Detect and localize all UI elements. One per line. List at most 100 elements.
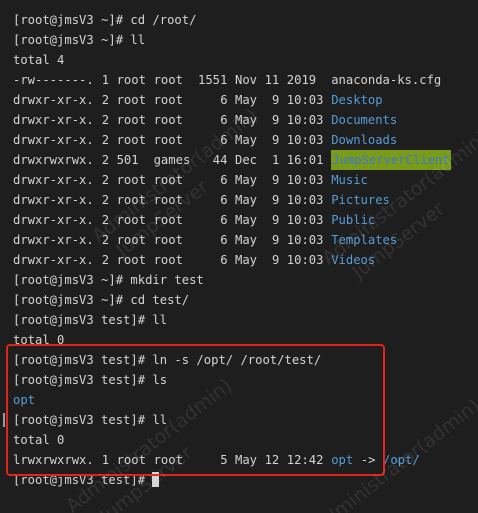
file-links: 2 (101, 93, 110, 107)
file-day: 1 (272, 153, 280, 167)
terminal-line: [root@jmsV3 test]# ln -s /opt/ /root/tes… (13, 350, 321, 370)
file-group: root (153, 193, 183, 207)
file-month: May (235, 233, 258, 247)
file-links: 2 (101, 233, 110, 247)
file-owner: root (116, 173, 146, 187)
file-permissions: -rw-------. (13, 73, 94, 87)
command-prompt: [root@jmsV3 test]# (13, 473, 153, 487)
terminal-line: total 4 (13, 50, 64, 70)
file-permissions: lrwxrwxrwx. (13, 453, 94, 467)
file-name: Documents (331, 113, 398, 127)
file-name: opt (331, 453, 354, 467)
file-links: 2 (101, 113, 110, 127)
file-day: 9 (272, 253, 280, 267)
file-owner: root (116, 113, 146, 127)
file-links: 2 (101, 213, 110, 227)
file-month: May (235, 253, 258, 267)
terminal-line: [root@jmsV3 ~]# ll (13, 30, 145, 50)
file-day: 9 (272, 173, 280, 187)
file-month: May (235, 113, 258, 127)
line-text: [root@jmsV3 ~]# cd /root/ (13, 13, 197, 27)
file-month: May (235, 193, 258, 207)
file-month: May (235, 93, 258, 107)
file-owner: root (116, 453, 146, 467)
file-owner: root (116, 233, 146, 247)
terminal-line: [root@jmsV3 test]# ll (13, 310, 167, 330)
file-owner: root (116, 193, 146, 207)
file-name: anaconda-ks.cfg (331, 73, 442, 87)
file-group: root (153, 453, 183, 467)
line-text: [root@jmsV3 ~]# ll (13, 33, 146, 47)
file-day: 11 (264, 73, 280, 87)
file-name: Music (331, 173, 368, 187)
terminal-line: total 0 (13, 430, 64, 450)
file-group: games (153, 153, 191, 167)
file-time: 12:42 (286, 453, 324, 467)
file-owner: root (116, 253, 146, 267)
file-time: 10:03 (286, 233, 324, 247)
file-name: JumpServerClient (331, 150, 451, 170)
file-month: Dec (235, 153, 258, 167)
file-owner: 501 (116, 153, 139, 167)
file-group: root (153, 233, 183, 247)
file-links: 2 (101, 153, 110, 167)
file-day: 9 (272, 233, 280, 247)
file-size: 6 (220, 253, 228, 267)
file-size: 5 (220, 453, 228, 467)
file-links: 2 (101, 253, 110, 267)
terminal-line: total 0 (13, 330, 64, 350)
file-permissions: drwxrwxrwx. (13, 153, 94, 167)
line-text: [root@jmsV3 test]# ll (13, 413, 168, 427)
file-group: root (153, 113, 183, 127)
file-owner: root (116, 213, 146, 227)
terminal-window[interactable]: [root@jmsV3 ~]# cd /root/ [root@jmsV3 ~]#… (0, 0, 478, 513)
file-size: 6 (220, 133, 228, 147)
line-text: [root@jmsV3 ~]# cd test/ (13, 293, 190, 307)
file-size: 6 (220, 213, 228, 227)
file-owner: root (116, 93, 146, 107)
file-time: 10:03 (286, 113, 324, 127)
line-text: [root@jmsV3 test]# ll (13, 313, 168, 327)
line-text: total 0 (13, 433, 65, 447)
file-size: 6 (220, 93, 228, 107)
file-permissions: drwxr-xr-x. (13, 193, 94, 207)
file-owner: root (116, 133, 146, 147)
terminal-line: [root@jmsV3 test]# ll (13, 410, 167, 430)
symlink-target: /opt/ (383, 453, 420, 467)
terminal-line: opt (13, 390, 35, 410)
watermark-text: Administrator(admin) (62, 374, 237, 513)
file-time: 10:03 (286, 133, 324, 147)
symlink-arrow: -> (360, 453, 376, 467)
line-text: [root@jmsV3 test]# ls (13, 373, 168, 387)
file-owner: root (116, 73, 146, 87)
file-size: 6 (220, 173, 228, 187)
file-size: 6 (220, 193, 228, 207)
file-name: Pictures (331, 193, 390, 207)
file-group: root (153, 93, 183, 107)
file-links: 2 (101, 173, 110, 187)
line-text: opt (13, 393, 36, 407)
terminal-line: [root@jmsV3 test]# ls (13, 370, 167, 390)
file-day: 9 (272, 213, 280, 227)
file-size: 1551 (198, 73, 228, 87)
file-permissions: drwxr-xr-x. (13, 173, 94, 187)
file-day: 12 (264, 453, 280, 467)
terminal-line: [root@jmsV3 ~]# cd /root/ (13, 10, 196, 30)
line-text: [root@jmsV3 ~]# mkdir test (13, 273, 204, 287)
terminal-line: [root@jmsV3 ~]# mkdir test (13, 270, 204, 290)
line-text: total 4 (13, 53, 65, 67)
file-permissions: drwxr-xr-x. (13, 93, 94, 107)
file-month: May (235, 173, 258, 187)
file-time: 10:03 (286, 193, 324, 207)
file-name: Videos (331, 253, 376, 267)
file-month: May (235, 453, 258, 467)
file-permissions: drwxr-xr-x. (13, 233, 94, 247)
file-links: 1 (101, 73, 110, 87)
file-day: 9 (272, 113, 280, 127)
text-cursor[interactable] (152, 472, 160, 487)
scroll-marker (3, 413, 5, 427)
file-permissions: drwxr-xr-x. (13, 133, 94, 147)
file-time: 10:03 (286, 173, 324, 187)
line-text: [root@jmsV3 test]# ln -s /opt/ /root/tes… (13, 353, 322, 367)
terminal-line: [root@jmsV3 test]# (13, 470, 160, 490)
